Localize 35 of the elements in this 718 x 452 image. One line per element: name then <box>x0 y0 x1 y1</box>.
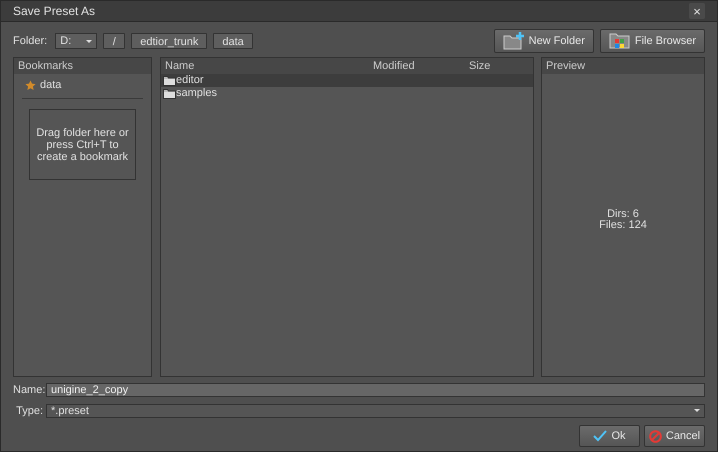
file-row[interactable]: editor <box>161 74 533 87</box>
column-header[interactable]: Size <box>465 58 494 74</box>
panel-header: Bookmarks <box>14 58 151 74</box>
folder-plus-icon <box>502 32 525 50</box>
folder-icon <box>163 75 176 86</box>
close-button[interactable]: × <box>689 3 705 19</box>
folder-window-icon <box>608 32 631 50</box>
cancel-button[interactable]: Cancel <box>644 425 705 447</box>
dropdown-arrow-icon <box>694 409 700 412</box>
path-button[interactable]: / <box>103 33 126 49</box>
no-entry-icon <box>648 430 662 442</box>
dirs-count: Dirs: 6 <box>607 209 639 220</box>
name-field[interactable]: unigine_2_copy <box>46 383 705 398</box>
type-label: Type: <box>15 404 43 418</box>
new-folder-button[interactable]: New Folder <box>494 29 594 53</box>
folder-icon <box>163 88 176 99</box>
file-row[interactable]: samples <box>161 87 533 100</box>
path-button[interactable]: edtior_trunk <box>131 33 208 49</box>
column-header[interactable]: Modified <box>369 58 465 74</box>
window-title: Save Preset As <box>13 3 96 20</box>
name-label: Name: <box>13 383 43 398</box>
files-count: Files: 124 <box>599 220 647 231</box>
drive-dropdown[interactable]: D: <box>55 33 98 49</box>
checkmark-icon <box>593 430 608 442</box>
bookmark-drop-zone: Drag folder here or press Ctrl+T to create a bookmark <box>29 109 136 180</box>
file-browser-button[interactable]: File Browser <box>600 29 705 53</box>
dropdown-arrow-icon <box>86 40 92 42</box>
folder-label: Folder: <box>13 34 48 49</box>
star-icon <box>25 80 36 90</box>
bookmark-item[interactable]: data <box>22 77 143 93</box>
path-button[interactable]: data <box>213 33 253 49</box>
column-header[interactable]: Name <box>161 58 369 74</box>
ok-button[interactable]: Ok <box>579 425 640 447</box>
type-dropdown[interactable]: *.preset <box>46 404 705 418</box>
panel-header: Preview <box>542 58 704 74</box>
